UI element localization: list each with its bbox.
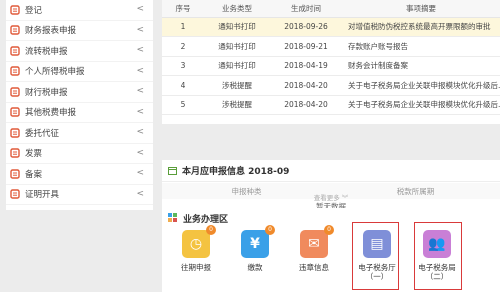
- count-badge: 0: [265, 225, 275, 235]
- chevron-left-icon: <: [136, 24, 144, 35]
- table-row[interactable]: 4 涉税提醒 2018-04-20 关于电子税务局企业关联申报模块优化升级后...: [162, 75, 500, 96]
- calendar-icon: [168, 167, 177, 175]
- row-no: 2: [162, 36, 204, 57]
- sidebar-item-label: 其他税费申报: [25, 108, 77, 119]
- row-date: 2018-04-20: [270, 75, 342, 96]
- register-icon: [9, 4, 21, 16]
- sidebar-item-label: 登记: [25, 5, 43, 16]
- turnover-icon: [9, 45, 21, 57]
- sidebar-item-label: 发票: [25, 149, 43, 160]
- sidebar-item-label: 委托代征: [25, 128, 60, 139]
- tile-glyph: ¥: [250, 236, 260, 252]
- tile-glyph: ✉: [308, 236, 320, 252]
- col-header-summary: 事项摘要: [342, 0, 500, 18]
- message-panel: 序号 业务类型 生成时间 事项摘要 1 通知书打印 2018-09-26 对增值税防伪…: [162, 0, 500, 124]
- row-no: 5: [162, 95, 204, 115]
- row-date: 2018-09-21: [270, 36, 342, 57]
- delegate-icon: [9, 127, 21, 139]
- tile-glyph: ◷: [189, 236, 203, 252]
- row-type: 涉税提醒: [204, 75, 270, 96]
- certificate-icon: [9, 188, 21, 200]
- business-icon: [168, 213, 177, 222]
- sidebar-item-5[interactable]: 其他税费申报 <: [6, 103, 153, 123]
- row-summary[interactable]: 关于电子税务局企业关联申报模块优化升级后...: [342, 75, 500, 96]
- sidebar-item-label: 证明开具: [25, 190, 60, 201]
- sidebar-item-7[interactable]: 发票 <: [6, 144, 153, 164]
- yen-icon: ¥0: [241, 225, 275, 258]
- view-more-link[interactable]: 查看更多 ︾: [162, 193, 500, 205]
- chevron-left-icon: <: [136, 106, 144, 117]
- report-icon: [9, 24, 21, 36]
- chevron-left-icon: <: [136, 86, 144, 96]
- sidebar-item-3[interactable]: 个人所得税申报 <: [6, 62, 153, 82]
- row-summary[interactable]: 对增值税防伪税控系统最高开票限额的审批: [342, 17, 500, 37]
- sidebar-item-label: 个人所得税申报: [25, 67, 85, 78]
- property-icon: [9, 86, 21, 98]
- sidebar-item-6[interactable]: 委托代征 <: [6, 123, 153, 144]
- person-icon: [9, 65, 21, 77]
- col-header-no: 序号: [162, 0, 204, 18]
- chevron-left-icon: <: [136, 127, 144, 137]
- row-summary[interactable]: 财务会计制度备案: [342, 56, 500, 76]
- business-tile-2[interactable]: ✉ 0 违章信息: [284, 225, 344, 272]
- mail-icon: ✉ 0: [300, 225, 334, 258]
- row-type: 通知书打印: [204, 56, 270, 76]
- col-header-date: 生成时间: [270, 0, 342, 18]
- business-tile-1[interactable]: ¥0 缴款: [225, 225, 285, 272]
- tile-label: 往期申报: [181, 263, 211, 272]
- col-header-type: 业务类型: [204, 0, 270, 18]
- count-badge: 0: [324, 225, 334, 235]
- sidebar-item-label: 财行税申报: [25, 87, 68, 98]
- highlight-frame-2: [414, 222, 462, 290]
- row-type: 通知书打印: [204, 17, 270, 37]
- highlight-frame-1: [352, 222, 399, 290]
- table-row[interactable]: 3 通知书打印 2018-04-19 财务会计制度备案: [162, 56, 500, 76]
- business-tile-0[interactable]: ◷ 0 往期申报: [166, 225, 226, 272]
- count-badge: 0: [206, 225, 216, 235]
- row-type: 通知书打印: [204, 36, 270, 57]
- sidebar-item-8[interactable]: 备案 <: [6, 164, 153, 185]
- table-row[interactable]: 5 涉税提醒 2018-04-20 关于电子税务局企业关联申报模块优化升级后...: [162, 95, 500, 115]
- invoice-icon: [9, 147, 21, 159]
- row-date: 2018-09-26: [270, 17, 342, 37]
- row-summary[interactable]: 存款账户账号报告: [342, 36, 500, 57]
- row-type: 涉税提醒: [204, 95, 270, 115]
- tile-label: 违章信息: [299, 263, 329, 272]
- chevron-left-icon: <: [136, 4, 144, 14]
- filing-icon: [9, 168, 21, 180]
- sidebar-item-label: 备案: [25, 169, 43, 180]
- table-row[interactable]: 1 通知书打印 2018-09-26 对增值税防伪税控系统最高开票限额的审批: [162, 17, 500, 37]
- row-no: 1: [162, 17, 204, 37]
- row-date: 2018-04-20: [270, 95, 342, 115]
- message-table: 序号 业务类型 生成时间 事项摘要 1 通知书打印 2018-09-26 对增值税防伪…: [162, 0, 500, 115]
- sidebar-item-9[interactable]: 证明开具 <: [6, 185, 153, 205]
- table-row[interactable]: 2 通知书打印 2018-09-21 存款账户账号报告: [162, 36, 500, 57]
- sidebar-item-0[interactable]: 登记 <: [6, 0, 153, 21]
- sidebar-item-label: 流转税申报: [25, 46, 68, 57]
- sidebar-item-label: 财务报表申报: [25, 26, 77, 37]
- other-tax-icon: [9, 106, 21, 118]
- clock-icon: ◷ 0: [182, 225, 216, 258]
- chevron-left-icon: <: [136, 147, 144, 158]
- sidebar-item-2[interactable]: 流转税申报 <: [6, 41, 153, 62]
- sidebar-item-4[interactable]: 财行税申报 <: [6, 82, 153, 103]
- sidebar-item-1[interactable]: 财务报表申报 <: [6, 21, 153, 41]
- business-section: 业务办理区 ◷ 0 往期申报 ¥0 缴款 ✉ 0 违章信息 ▤ 电子税务厅 （一） 👥 电子税务局 （二）: [162, 208, 500, 292]
- row-no: 3: [162, 56, 204, 76]
- chevron-left-icon: <: [136, 168, 144, 178]
- chevron-left-icon: <: [136, 45, 144, 55]
- business-title: 业务办理区: [183, 214, 229, 225]
- tile-label: 缴款: [247, 263, 263, 272]
- monthly-header: 本月应申报信息 2018-09: [162, 160, 500, 182]
- more-link-wrap: 查看更多 ︾: [162, 193, 500, 205]
- sidebar-menu: 登记 < 财务报表申报 < 流转税申报 < 个人所得税申报 < 财行税申报 < 其他税费申报 < 委托代…: [6, 0, 153, 210]
- row-date: 2018-04-19: [270, 56, 342, 76]
- monthly-title: 本月应申报信息 2018-09: [182, 167, 290, 177]
- chevron-left-icon: <: [136, 65, 144, 76]
- row-no: 4: [162, 75, 204, 96]
- chevron-left-icon: <: [136, 188, 144, 199]
- row-summary[interactable]: 关于电子税务局企业关联申报模块优化升级后...: [342, 95, 500, 115]
